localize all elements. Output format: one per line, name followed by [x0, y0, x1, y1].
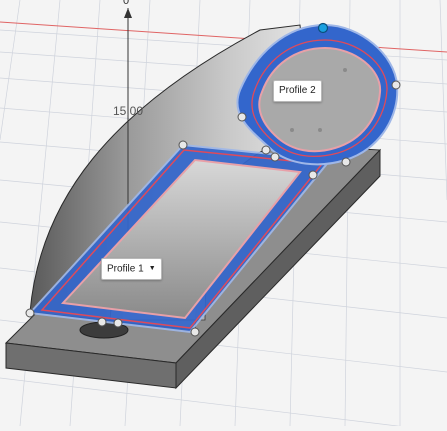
vertex-handle — [25, 308, 35, 318]
vertex-handle — [341, 157, 351, 167]
model-canvas[interactable] — [0, 0, 447, 431]
origin-label: 0 — [123, 0, 130, 7]
profile-2-tag[interactable]: Profile 2 — [273, 80, 322, 102]
vertex-handle — [270, 152, 280, 162]
vertex-handle — [308, 170, 318, 180]
design-viewport[interactable]: 0 15.00 Profile 1 ▼ Profile 2 — [0, 0, 447, 431]
vertex-handle — [391, 80, 401, 90]
vertex-handle — [237, 112, 247, 122]
profile-1-label: Profile 1 — [107, 263, 144, 275]
profile-2-label: Profile 2 — [279, 85, 316, 96]
vertex-handle — [113, 318, 123, 328]
vertex-handle — [178, 140, 188, 150]
vertex-handle — [261, 145, 271, 155]
selected-vertex-handle[interactable] — [317, 22, 329, 34]
height-dimension-value[interactable]: 15.00 — [113, 104, 143, 118]
red-axis — [0, 21, 447, 53]
vertex-handle — [190, 327, 200, 337]
vertex-handle — [97, 317, 107, 327]
profile-1-tag[interactable]: Profile 1 ▼ — [101, 258, 162, 280]
caret-down-icon[interactable]: ▼ — [149, 259, 156, 279]
